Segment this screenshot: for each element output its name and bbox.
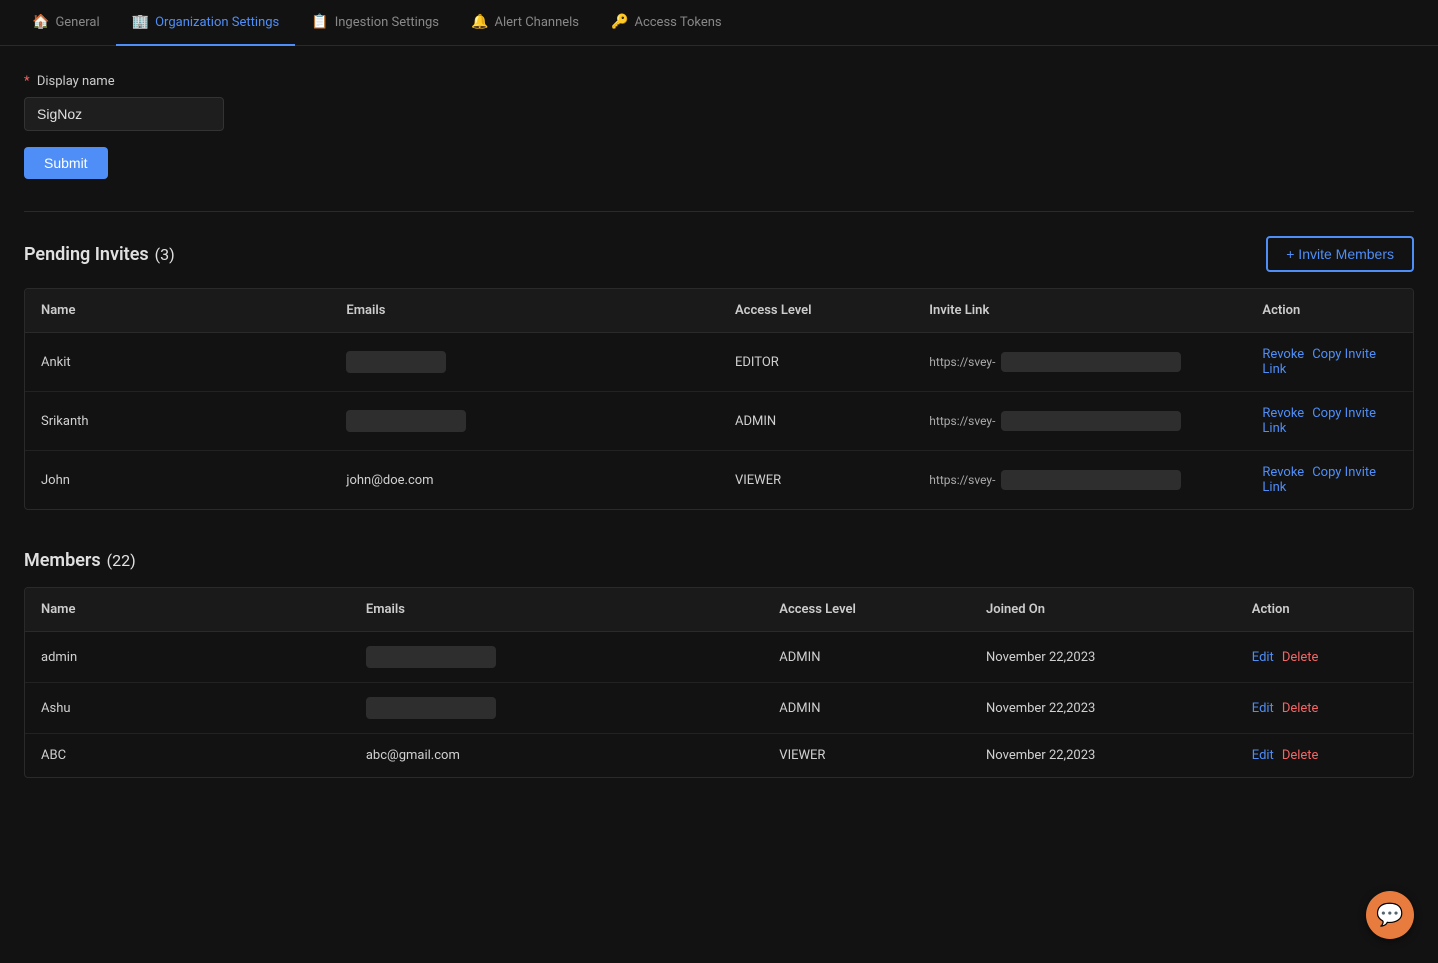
invite-link-mask: [1001, 470, 1181, 490]
pending-access-level: ADMIN: [719, 392, 913, 451]
table-row: Ankit EDITOR https://svey- RevokeCopy Invit…: [25, 333, 1413, 392]
pending-access-level: EDITOR: [719, 333, 913, 392]
invite-link-mask: [1001, 411, 1181, 431]
mem-col-header-action: Action: [1236, 588, 1413, 632]
member-joined-on: November 22,2023: [970, 734, 1236, 778]
pending-actions: RevokeCopy Invite Link: [1246, 451, 1413, 510]
members-header: Members (22): [24, 550, 1414, 571]
tab-general[interactable]: 🏠 General: [16, 0, 116, 46]
tab-ingestion-settings[interactable]: 📋 Ingestion Settings: [295, 0, 455, 46]
pending-actions: RevokeCopy Invite Link: [1246, 333, 1413, 392]
members-table: Name Emails Access Level Joined On Actio…: [25, 588, 1413, 777]
edit-member-link[interactable]: Edit: [1252, 650, 1274, 665]
member-access-level: ADMIN: [763, 632, 970, 683]
member-name: admin: [25, 632, 350, 683]
col-header-invite-link: Invite Link: [913, 289, 1246, 333]
tab-alert-channels[interactable]: 🔔 Alert Channels: [455, 0, 595, 46]
col-header-name: Name: [25, 289, 330, 333]
col-header-action: Action: [1246, 289, 1413, 333]
mem-col-header-access-level: Access Level: [763, 588, 970, 632]
members-section: Members (22) Name Emails Access Level Jo…: [24, 550, 1414, 778]
pending-invite-link: https://svey-: [913, 392, 1246, 451]
delete-member-link[interactable]: Delete: [1282, 701, 1319, 716]
pending-invites-title: Pending Invites (3): [24, 244, 175, 265]
mem-col-header-emails: Emails: [350, 588, 763, 632]
display-name-section: * Display name Submit: [24, 74, 1414, 179]
pending-name: Ankit: [25, 333, 330, 392]
pending-name: John: [25, 451, 330, 510]
email-mask: [346, 351, 446, 373]
delete-member-link[interactable]: Delete: [1282, 748, 1319, 763]
pending-invite-link: https://svey-: [913, 451, 1246, 510]
invite-link-mask: [1001, 352, 1181, 372]
general-icon: 🏠: [32, 14, 49, 30]
revoke-link[interactable]: Revoke: [1262, 347, 1304, 362]
email-mask: [346, 410, 466, 432]
pending-email: [330, 333, 719, 392]
pending-invites-table: Name Emails Access Level Invite Link Act…: [25, 289, 1413, 509]
key-icon: 🔑: [611, 14, 628, 30]
pending-invites-header: Pending Invites (3) + Invite Members: [24, 236, 1414, 272]
member-name: ABC: [25, 734, 350, 778]
table-row: Srikanth ADMIN https://svey- RevokeCopy Inv…: [25, 392, 1413, 451]
member-access-level: ADMIN: [763, 683, 970, 734]
member-access-level: VIEWER: [763, 734, 970, 778]
alert-icon: 🔔: [471, 14, 488, 30]
col-header-emails: Emails: [330, 289, 719, 333]
submit-button[interactable]: Submit: [24, 147, 108, 179]
tab-bar: 🏠 General 🏢 Organization Settings 📋 Inge…: [0, 0, 1438, 46]
pending-invites-section: Pending Invites (3) + Invite Members Nam…: [24, 236, 1414, 510]
edit-member-link[interactable]: Edit: [1252, 701, 1274, 716]
members-table-container: Name Emails Access Level Joined On Actio…: [24, 587, 1414, 778]
invite-link-prefix: https://svey-: [929, 355, 995, 369]
table-row: admin ADMINNovember 22,2023 Edit Delete: [25, 632, 1413, 683]
pending-invites-table-container: Name Emails Access Level Invite Link Act…: [24, 288, 1414, 510]
invite-members-button[interactable]: + Invite Members: [1266, 236, 1414, 272]
pending-actions: RevokeCopy Invite Link: [1246, 392, 1413, 451]
table-row: Johnjohn@doe.comVIEWER https://svey- Revok…: [25, 451, 1413, 510]
email-mask: [366, 697, 496, 719]
org-settings-icon: 🏢: [132, 14, 149, 30]
ingestion-icon: 📋: [311, 14, 328, 30]
main-content: * Display name Submit Pending Invites (3…: [0, 46, 1438, 846]
pending-email: john@doe.com: [330, 451, 719, 510]
members-title: Members (22): [24, 550, 136, 571]
member-email: abc@gmail.com: [350, 734, 763, 778]
member-name: Ashu: [25, 683, 350, 734]
revoke-link[interactable]: Revoke: [1262, 465, 1304, 480]
table-row: Ashu ADMINNovember 22,2023 Edit Delete: [25, 683, 1413, 734]
members-header-row: Name Emails Access Level Joined On Actio…: [25, 588, 1413, 632]
invite-link-prefix: https://svey-: [929, 414, 995, 428]
display-name-label: * Display name: [24, 74, 1414, 89]
revoke-link[interactable]: Revoke: [1262, 406, 1304, 421]
tab-access-tokens[interactable]: 🔑 Access Tokens: [595, 0, 738, 46]
mem-col-header-joined-on: Joined On: [970, 588, 1236, 632]
member-joined-on: November 22,2023: [970, 683, 1236, 734]
member-actions: Edit Delete: [1236, 683, 1413, 734]
member-actions: Edit Delete: [1236, 632, 1413, 683]
delete-member-link[interactable]: Delete: [1282, 650, 1319, 665]
pending-access-level: VIEWER: [719, 451, 913, 510]
member-actions: Edit Delete: [1236, 734, 1413, 778]
email-mask: [366, 646, 496, 668]
chat-fab-button[interactable]: 💬: [1366, 891, 1414, 939]
member-email: [350, 632, 763, 683]
member-email: [350, 683, 763, 734]
col-header-access-level: Access Level: [719, 289, 913, 333]
table-row: ABCabc@gmail.comVIEWERNovember 22,2023Ed…: [25, 734, 1413, 778]
display-name-input[interactable]: [24, 97, 224, 131]
edit-member-link[interactable]: Edit: [1252, 748, 1274, 763]
pending-invites-header-row: Name Emails Access Level Invite Link Act…: [25, 289, 1413, 333]
chat-icon: 💬: [1376, 903, 1403, 928]
mem-col-header-name: Name: [25, 588, 350, 632]
pending-email: [330, 392, 719, 451]
member-joined-on: November 22,2023: [970, 632, 1236, 683]
divider-1: [24, 211, 1414, 212]
invite-link-prefix: https://svey-: [929, 473, 995, 487]
pending-name: Srikanth: [25, 392, 330, 451]
pending-invite-link: https://svey-: [913, 333, 1246, 392]
tab-org-settings[interactable]: 🏢 Organization Settings: [116, 0, 296, 46]
